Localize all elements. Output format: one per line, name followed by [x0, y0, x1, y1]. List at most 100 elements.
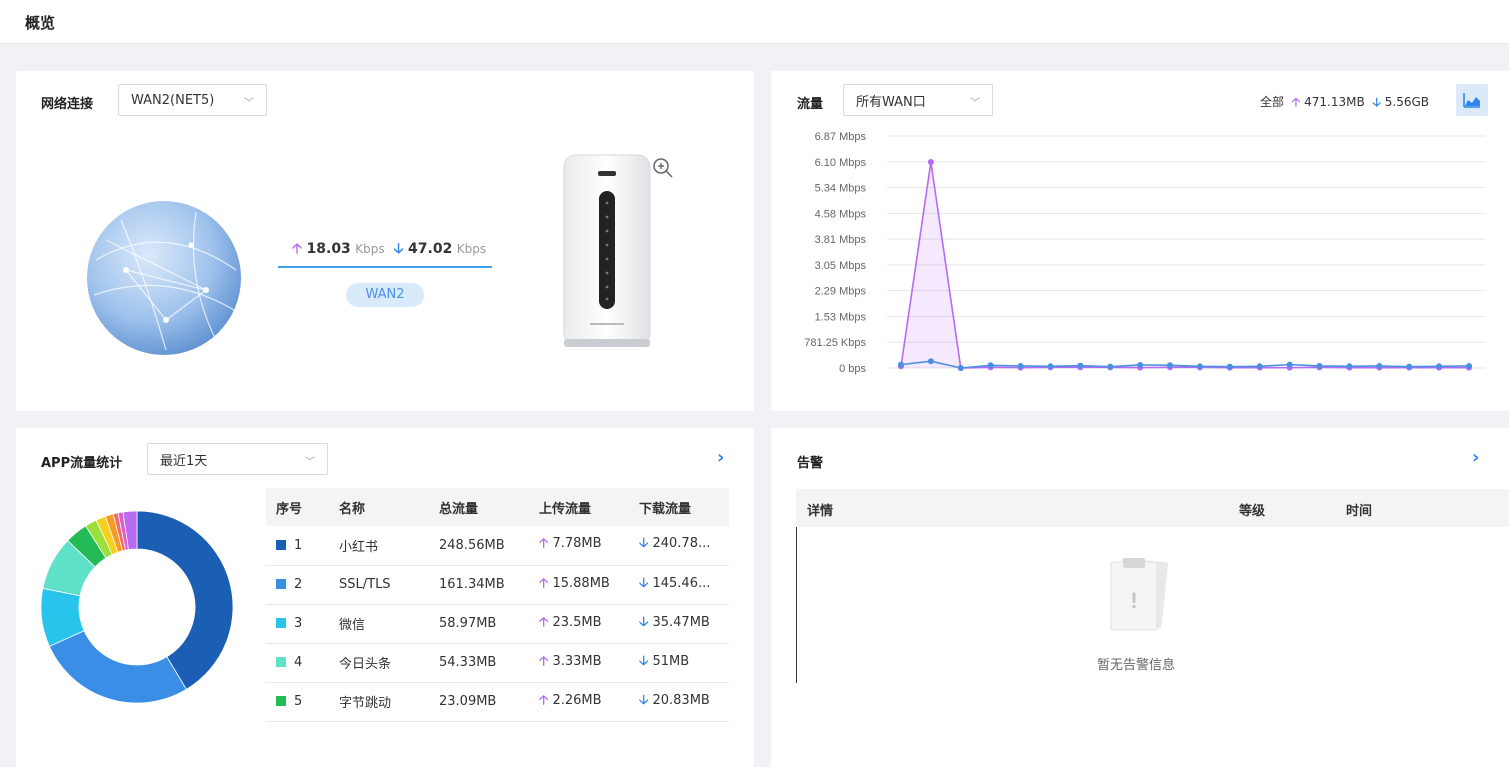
traffic-chart: 0 bps 781.25 Kbps 1.53 Mbps 2.29 Mbps 3.05 M… [804, 131, 1485, 375]
row-name: 微信 [329, 604, 429, 644]
legend-swatch [276, 539, 286, 550]
row-name: SSL/TLS [329, 565, 429, 605]
alarm-title: 告警 [797, 456, 824, 471]
data-point[interactable] [1376, 362, 1383, 369]
row-index: 2 [266, 565, 329, 605]
donut-slice[interactable] [48, 630, 187, 704]
traffic-wan-select[interactable]: 所有WAN口 ﹀ [843, 84, 993, 116]
y-tick-label: 1.53 Mbps [815, 311, 867, 323]
data-point[interactable] [927, 159, 934, 166]
table-row[interactable]: 1 小红书 248.56MB 🡡 7.78MB 🡣 240.78... [266, 526, 729, 566]
donut-slice[interactable] [136, 510, 234, 690]
alarm-empty-text: 暂无告警信息 [1097, 658, 1176, 673]
data-point[interactable] [987, 362, 994, 369]
data-point[interactable] [1226, 363, 1233, 370]
col-time: 时间 [1346, 504, 1373, 519]
chevron-down-icon: ﹀ [244, 98, 254, 109]
wan-select-value: WAN2(NET5) [131, 92, 215, 108]
row-index: 4 [266, 643, 329, 683]
data-point[interactable] [1107, 363, 1114, 370]
data-point[interactable] [1077, 362, 1084, 369]
app-period-value: 最近1天 [160, 453, 208, 469]
data-point[interactable] [1436, 363, 1443, 370]
download-arrow-icon: 🡣 [639, 653, 649, 669]
col-total: 总流量 [429, 488, 529, 526]
download-arrow-icon: 🡣 [393, 241, 404, 257]
zoom-in-icon[interactable] [652, 157, 674, 179]
app-traffic-title: APP流量统计 [41, 456, 123, 471]
area-chart-toggle-icon[interactable] [1456, 84, 1488, 116]
traffic-title: 流量 [797, 97, 824, 112]
col-index: 序号 [266, 488, 329, 526]
row-index: 1 [266, 526, 329, 566]
row-total: 161.34MB [429, 565, 529, 605]
table-row[interactable]: 2 SSL/TLS 161.34MB 🡡 15.88MB 🡣 145.46... [266, 565, 729, 605]
col-download: 下载流量 [629, 488, 729, 526]
data-point[interactable] [927, 358, 934, 365]
row-upload: 🡡 7.78MB [529, 526, 629, 566]
row-total: 58.97MB [429, 604, 529, 644]
y-tick-label: 4.58 Mbps [815, 208, 867, 220]
data-point[interactable] [1346, 363, 1353, 370]
traffic-down-total: 5.56GB [1384, 95, 1430, 109]
traffic-summary: 全部 🡡 471.13MB 🡣 5.56GB [1260, 93, 1429, 114]
col-level: 等级 [1239, 504, 1266, 519]
wan-link-badge: WAN2 [346, 283, 424, 307]
y-tick-label: 0 bps [839, 363, 866, 375]
download-arrow-icon: 🡣 [1372, 95, 1381, 109]
row-total: 54.33MB [429, 643, 529, 683]
data-point[interactable] [1137, 361, 1144, 368]
data-point[interactable] [1167, 362, 1174, 369]
data-point[interactable] [1466, 362, 1472, 369]
legend-swatch [276, 618, 286, 628]
upload-arrow-icon: 🡡 [539, 536, 549, 552]
row-download: 🡣 240.78... [629, 526, 729, 566]
y-tick-label: 2.29 Mbps [815, 286, 867, 298]
traffic-summary-label: 全部 [1260, 95, 1285, 109]
download-rate: 47.02 [408, 241, 453, 257]
table-header: 序号 名称 总流量 上传流量 下载流量 [266, 488, 729, 526]
svg-text:!: ! [1130, 588, 1137, 613]
row-total: 248.56MB [429, 526, 529, 566]
y-tick-label: 3.81 Mbps [815, 234, 867, 246]
wan-select[interactable]: WAN2(NET5) ﹀ [118, 84, 267, 116]
data-point[interactable] [1256, 363, 1263, 370]
upload-arrow-icon: 🡡 [539, 575, 549, 591]
y-tick-label: 781.25 Kbps [804, 337, 866, 349]
data-point[interactable] [1286, 361, 1293, 368]
alarm-more-icon[interactable]: › [1472, 447, 1479, 468]
data-point[interactable] [1047, 363, 1054, 370]
data-point[interactable] [1017, 362, 1024, 369]
data-point[interactable] [898, 361, 904, 368]
row-total: 23.09MB [429, 682, 529, 722]
data-point[interactable] [957, 365, 964, 371]
upload-rate: 18.03 [306, 241, 351, 257]
app-traffic-more-icon[interactable]: › [717, 447, 724, 468]
data-point[interactable] [1196, 363, 1203, 370]
row-name: 字节跳动 [329, 682, 429, 722]
traffic-up-total: 471.13MB [1304, 95, 1365, 109]
network-rate: 🡡 18.03 Kbps 🡣 47.02 Kbps [292, 238, 486, 262]
y-tick-label: 5.34 Mbps [815, 183, 867, 195]
chevron-down-icon: ﹀ [305, 457, 315, 468]
row-download: 🡣 145.46... [629, 565, 729, 605]
router-image [563, 154, 651, 347]
download-arrow-icon: 🡣 [639, 536, 649, 552]
page-header: 概览 [0, 0, 1509, 44]
upload-arrow-icon: 🡡 [1291, 95, 1301, 109]
data-point[interactable] [1406, 363, 1413, 370]
table-row[interactable]: 3 微信 58.97MB 🡡 23.5MB 🡣 35.47MB [266, 604, 729, 644]
row-upload: 🡡 2.26MB [529, 682, 629, 722]
table-row[interactable]: 5 字节跳动 23.09MB 🡡 2.26MB 🡣 20.83MB [266, 682, 729, 722]
globe-icon [87, 201, 241, 355]
row-download: 🡣 51MB [629, 643, 729, 683]
alarm-table-header: 详情 等级 时间 [796, 489, 1509, 527]
app-period-select[interactable]: 最近1天 ﹀ [147, 443, 328, 475]
chevron-down-icon: ﹀ [970, 98, 980, 109]
legend-swatch [276, 657, 286, 667]
upload-arrow-icon: 🡡 [539, 692, 549, 708]
download-arrow-icon: 🡣 [639, 614, 649, 630]
data-point[interactable] [1316, 362, 1323, 369]
table-row[interactable]: 4 今日头条 54.33MB 🡡 3.33MB 🡣 51MB [266, 643, 729, 683]
upload-unit: Kbps [355, 242, 385, 256]
